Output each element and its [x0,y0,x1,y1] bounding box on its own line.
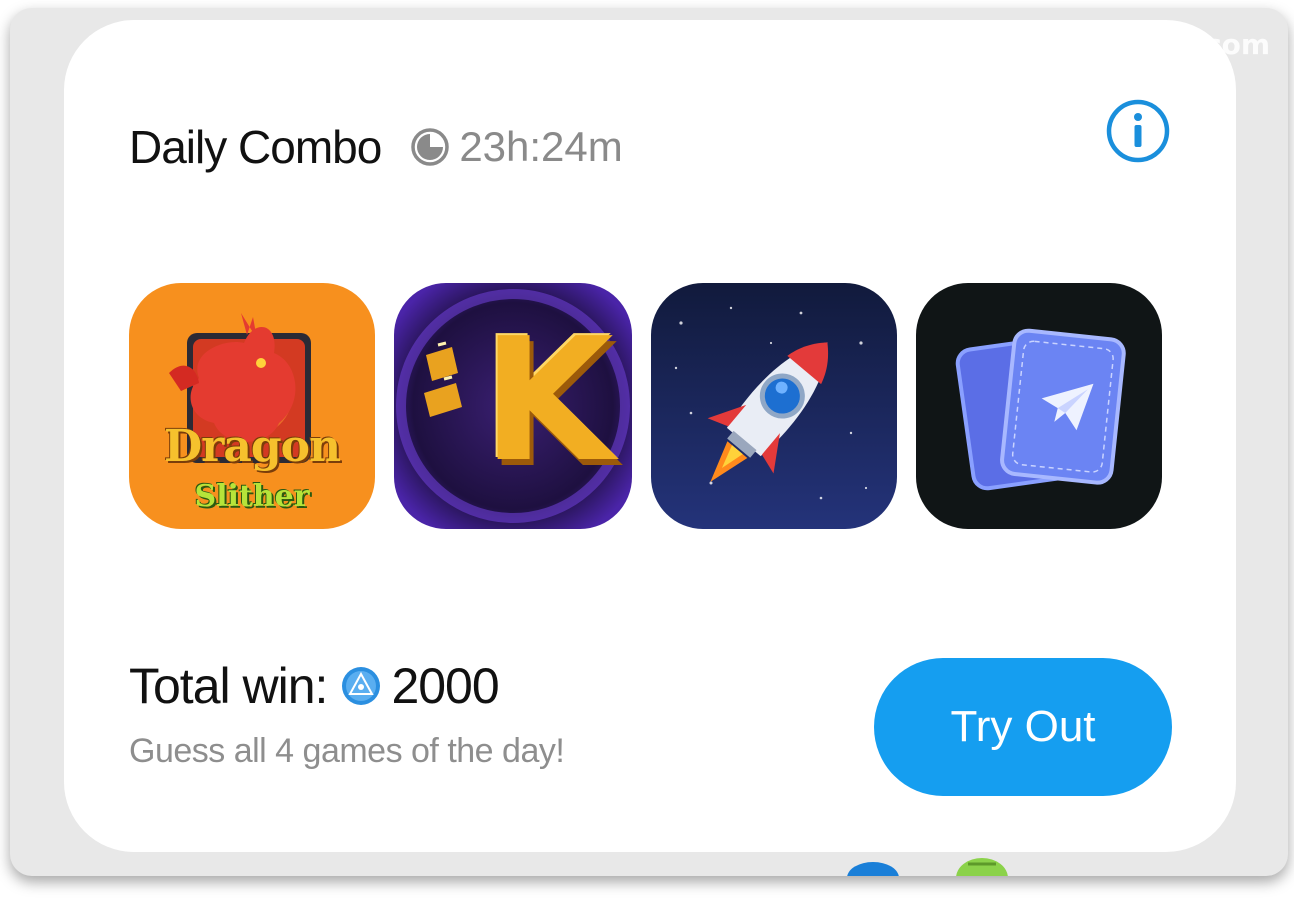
try-out-button[interactable]: Try Out [874,658,1172,796]
game-tile-rocket[interactable] [651,283,897,529]
dragon-title-line2: Slither [194,479,310,514]
card-title: Daily Combo [129,121,382,173]
game-tile-dragon-slither[interactable]: Dragon Slither [129,283,375,529]
clock-icon [411,128,450,166]
combo-hint: Guess all 4 games of the day! [129,732,565,770]
total-win: Total win: 2000 [129,657,500,715]
telegram-cards-art [916,283,1162,529]
countdown-timer: 23h:24m [409,123,623,171]
rocket-art [651,283,897,529]
total-win-label: Total win: [129,658,328,714]
total-win-amount: 2000 [391,658,499,714]
dragon-title-line1: Dragon [164,421,341,472]
games-row: Dragon Slither K [129,283,1162,529]
partial-blue-icon [847,862,899,876]
game-tile-k[interactable]: K [394,283,632,529]
card-header: Daily Combo 23h:24m [129,120,623,174]
game-tile-telegram-cards[interactable] [916,283,1162,529]
info-icon[interactable] [1105,98,1171,164]
partial-green-icon [956,858,1008,876]
app-frame: com Daily Combo 23h:24m Dragon Slither K… [10,8,1288,876]
coin-icon [342,667,381,705]
k-letter: K [482,302,614,500]
timer-text: 23h:24m [459,123,623,170]
daily-combo-card: Daily Combo 23h:24m Dragon Slither K Tot… [64,20,1236,852]
